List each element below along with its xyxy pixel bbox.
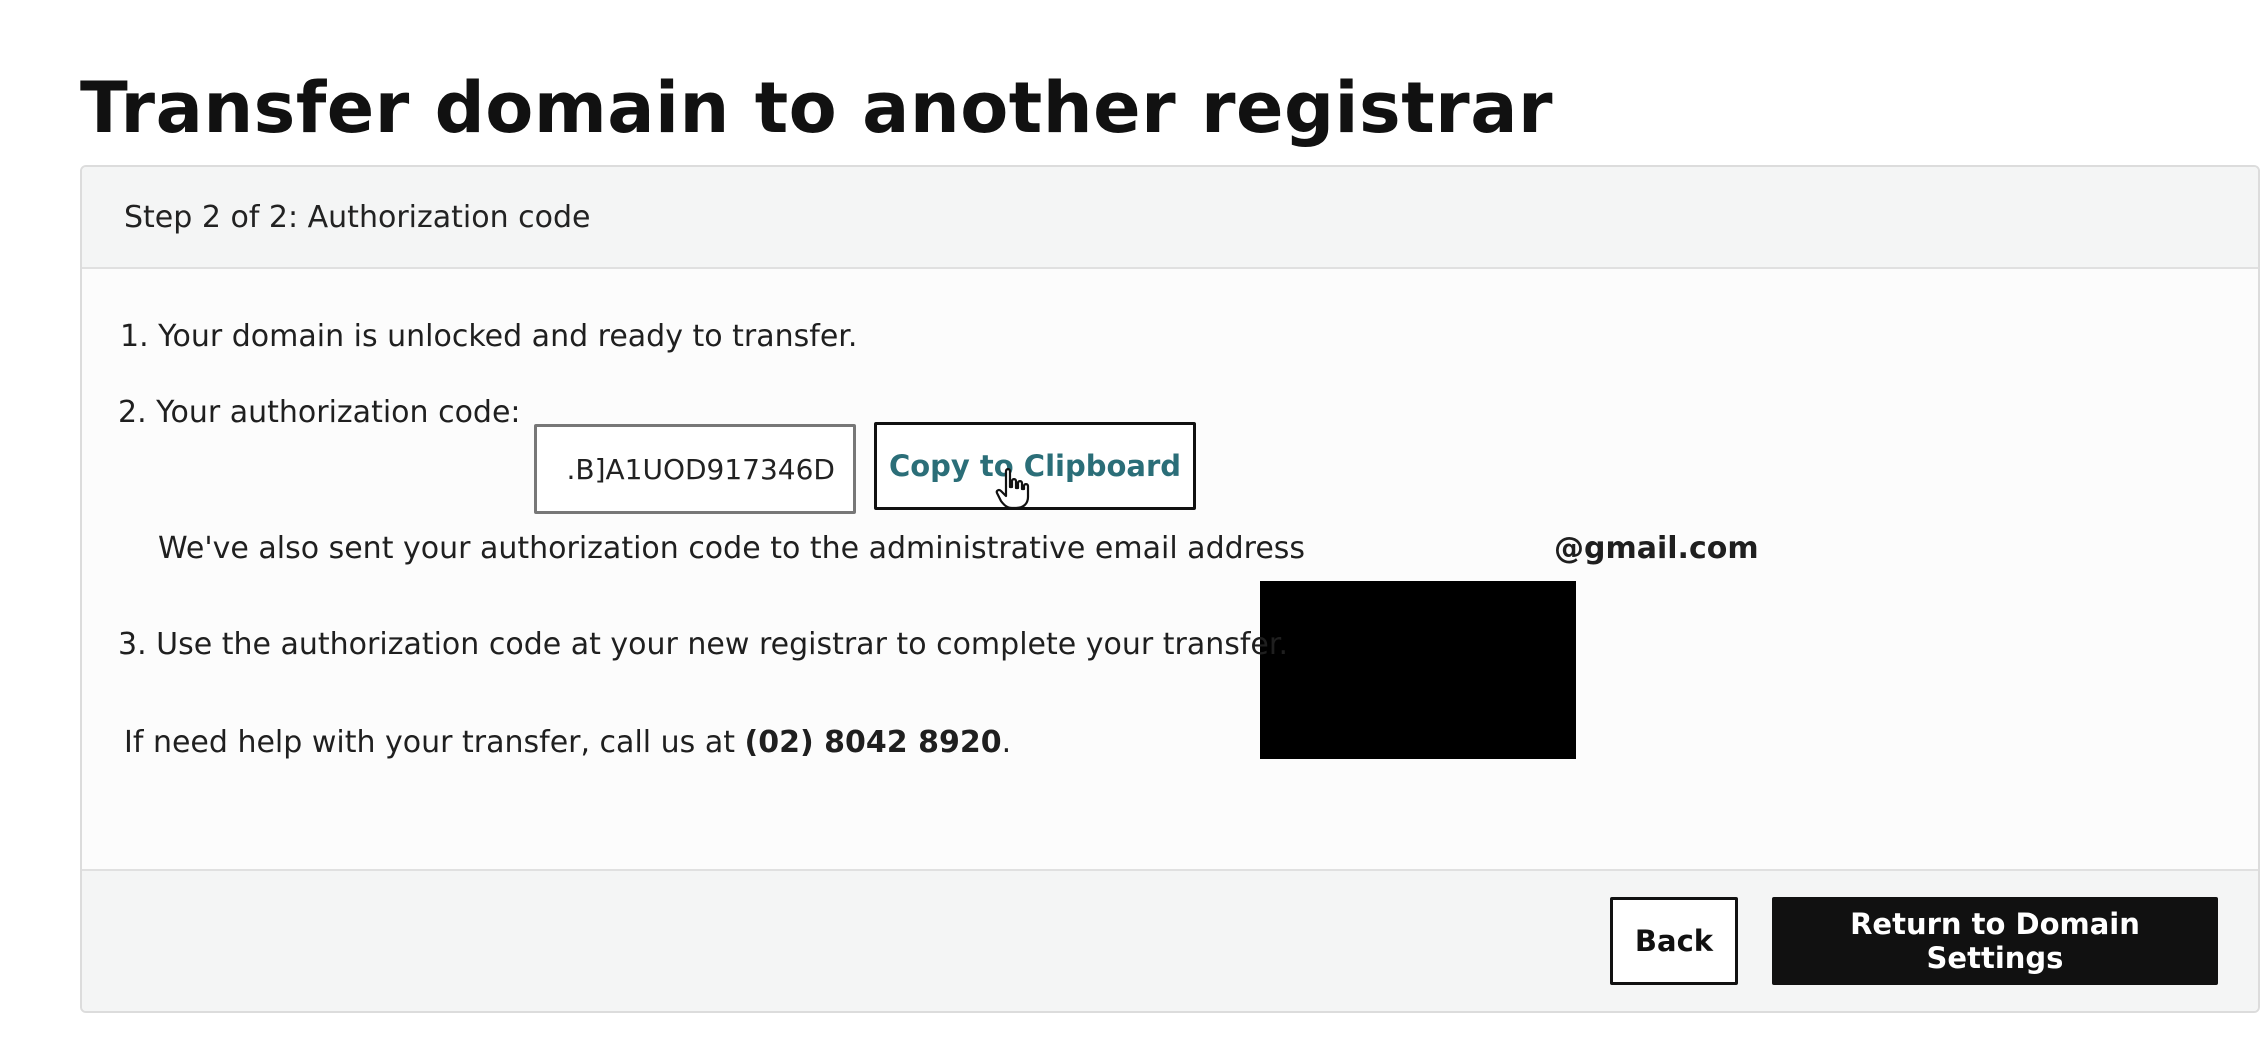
return-to-domain-settings-button[interactable]: Return to Domain Settings [1772,897,2218,985]
help-text-prefix: If need help with your transfer, call us… [124,725,745,760]
back-button[interactable]: Back [1610,897,1738,985]
step-header: Step 2 of 2: Authorization code [82,167,2258,269]
card-footer: Back Return to Domain Settings [82,869,2258,1011]
email-suffix: @gmail.com [1554,531,1759,566]
step-item-3: 3. Use the authorization code at your ne… [118,627,1288,662]
email-note-text: We've also sent your authorization code … [158,531,1306,566]
page-title: Transfer domain to another registrar [80,67,1553,149]
page: Transfer domain to another registrar Ste… [0,0,2262,1042]
help-text-suffix: . [1001,725,1012,760]
redaction-box [1260,581,1576,759]
card-body: 1. Your domain is unlocked and ready to … [82,269,2258,873]
authorization-code-field[interactable] [534,424,856,514]
help-text: If need help with your transfer, call us… [124,725,1011,760]
copy-to-clipboard-button[interactable]: Copy to Clipboard [874,422,1196,510]
hand-pointer-icon [995,468,1030,510]
step-item-2-label: 2. Your authorization code: [118,395,521,430]
step-item-1: 1. Your domain is unlocked and ready to … [120,319,858,354]
email-note: We've also sent your authorization code … [158,531,1305,566]
step-header-text: Step 2 of 2: Authorization code [124,199,591,235]
transfer-card: Step 2 of 2: Authorization code 1. Your … [80,165,2260,1013]
help-phone-number: (02) 8042 8920 [744,725,1002,760]
